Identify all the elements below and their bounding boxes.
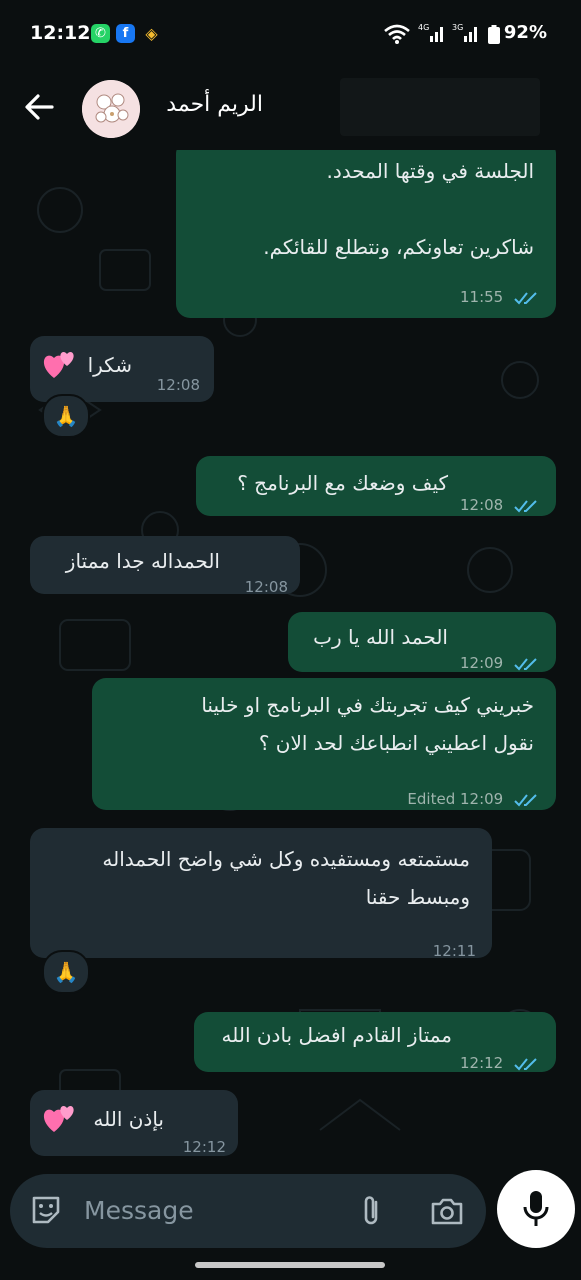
- message-bubble-incoming[interactable]: بإذن الله 12:12: [30, 1090, 238, 1156]
- home-indicator[interactable]: [195, 1262, 385, 1268]
- signal-3g-icon: 3G: [452, 23, 477, 42]
- signal-4g-icon: 4G: [418, 23, 443, 42]
- message-time: 12:11: [432, 942, 476, 960]
- message-bubble-incoming[interactable]: مستمتعه ومستفيده وكل شي واضح الحمداله وم…: [30, 828, 492, 960]
- message-bubble-outgoing[interactable]: كيف وضعك مع البرنامج ؟ 12:08: [196, 456, 556, 516]
- message-text: شكرا: [87, 353, 132, 377]
- contact-name[interactable]: الريم أحمد: [166, 92, 263, 117]
- microphone-icon: [523, 1191, 549, 1226]
- message-text: خبريني كيف تجربتك في البرنامج او خلينا ن…: [201, 693, 534, 755]
- message-time: Edited 12:09: [407, 790, 504, 808]
- double-check-icon: [514, 1057, 537, 1070]
- message-text: مستمتعه ومستفيده وكل شي واضح الحمداله وم…: [102, 847, 470, 909]
- two-hearts-emoji: [43, 352, 74, 378]
- message-time: 12:08: [459, 496, 504, 514]
- message-bubble-outgoing[interactable]: الجلسة في وقتها المحدد. شاكرين تعاونكم، …: [176, 150, 556, 318]
- message-meta: 12:08: [460, 486, 540, 524]
- message-time: 11:55: [459, 288, 504, 306]
- avatar[interactable]: [82, 80, 140, 138]
- double-check-icon: [514, 291, 537, 304]
- camera-icon[interactable]: [430, 1196, 464, 1226]
- battery-percentage: 92%: [503, 22, 547, 43]
- svg-text:4G: 4G: [418, 23, 429, 32]
- message-meta: 11:55: [460, 278, 540, 316]
- status-time: 12:12: [30, 22, 91, 44]
- double-check-icon: [514, 657, 537, 670]
- message-bubble-outgoing[interactable]: خبريني كيف تجربتك في البرنامج او خلينا ن…: [92, 678, 556, 810]
- message-time: 12:09: [459, 654, 504, 672]
- message-reaction[interactable]: 🙏: [42, 950, 90, 994]
- message-meta: Edited 12:09: [407, 780, 540, 818]
- microphone-button[interactable]: [497, 1170, 575, 1248]
- double-check-icon: [514, 793, 537, 806]
- message-text: الجلسة في وقتها المحدد. شاكرين تعاونكم، …: [263, 159, 534, 259]
- attach-icon[interactable]: [358, 1194, 386, 1228]
- binance-icon: ◈: [145, 24, 158, 43]
- message-text: بإذن الله: [93, 1107, 164, 1131]
- whatsapp-icon: ✆: [91, 24, 110, 43]
- chat-area[interactable]: الجلسة في وقتها المحدد. شاكرين تعاونكم، …: [0, 150, 581, 1170]
- message-time: 12:08: [156, 376, 200, 394]
- message-bubble-incoming[interactable]: الحمداله جدا ممتاز 12:08: [30, 536, 300, 596]
- message-text: الحمداله جدا ممتاز: [65, 549, 220, 573]
- redacted-area: [340, 78, 540, 136]
- facebook-icon: f: [116, 24, 135, 43]
- chat-header: الريم أحمد: [0, 70, 581, 150]
- message-meta: 12:12: [460, 1044, 540, 1082]
- message-meta: 12:09: [460, 644, 540, 682]
- message-time: 12:12: [459, 1054, 504, 1072]
- battery-icon: [488, 25, 500, 44]
- flower-logo-icon: [82, 80, 140, 138]
- composer-bar: Message: [0, 1170, 581, 1280]
- message-bubble-outgoing[interactable]: الحمد الله يا رب 12:09: [288, 612, 556, 672]
- message-input[interactable]: Message: [10, 1174, 486, 1248]
- message-bubble-outgoing[interactable]: ممتاز القادم افضل بادن الله 12:12: [194, 1012, 556, 1072]
- message-placeholder: Message: [84, 1196, 194, 1225]
- message-text: ممتاز القادم افضل بادن الله: [221, 1023, 453, 1047]
- message-time: 12:08: [244, 578, 288, 596]
- svg-text:3G: 3G: [452, 23, 463, 32]
- message-text: الحمد الله يا رب: [313, 625, 448, 649]
- two-hearts-emoji: [43, 1106, 74, 1132]
- double-check-icon: [514, 499, 537, 512]
- arrow-left-icon[interactable]: [22, 90, 56, 124]
- message-bubble-incoming[interactable]: شكرا 12:08: [30, 336, 214, 402]
- wifi-icon: [384, 24, 410, 44]
- message-time: 12:12: [182, 1138, 226, 1156]
- status-bar: 12:12 ✆ f ◈ 4G 3G 92%: [0, 0, 581, 70]
- emoji-icon[interactable]: [28, 1192, 64, 1228]
- message-reaction[interactable]: 🙏: [42, 394, 90, 438]
- message-text: كيف وضعك مع البرنامج ؟: [237, 471, 448, 495]
